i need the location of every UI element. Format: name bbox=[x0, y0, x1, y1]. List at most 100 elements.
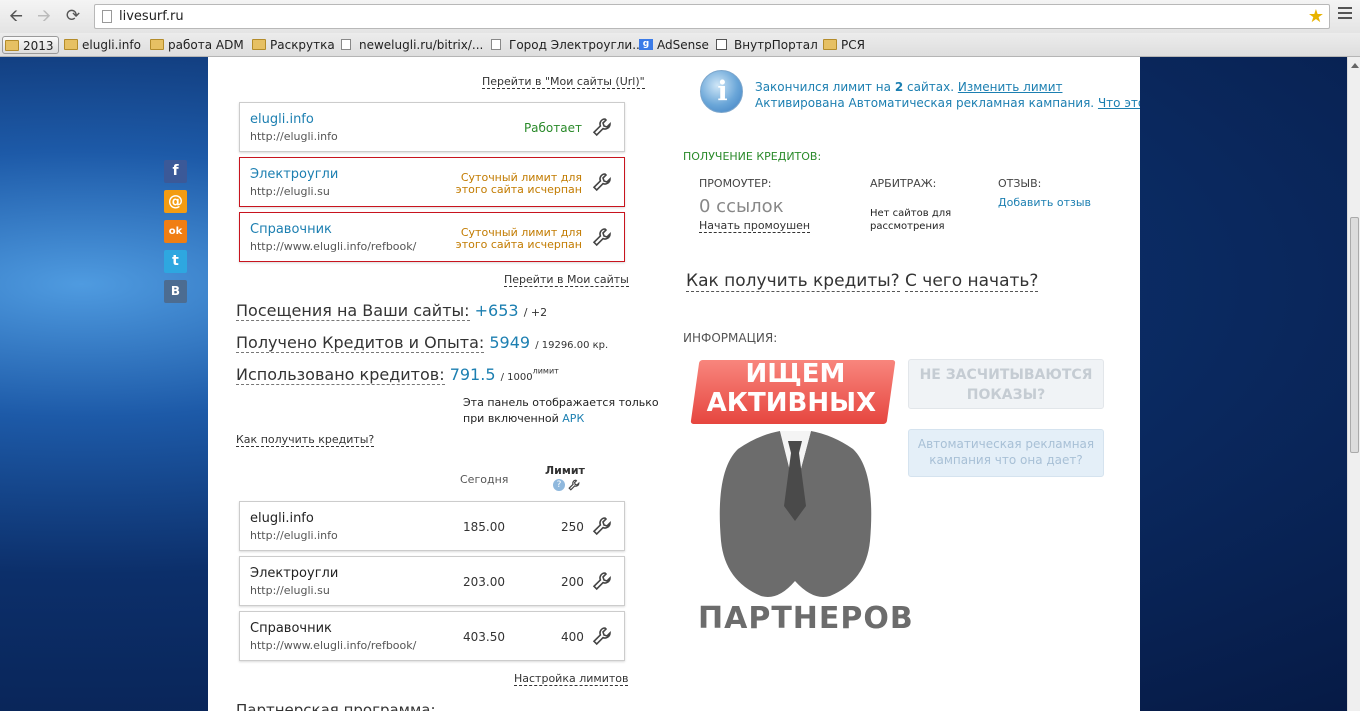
used-sup: лимит bbox=[532, 366, 559, 376]
start-promo-link[interactable]: Начать промоушен bbox=[699, 219, 811, 233]
document-icon bbox=[716, 39, 727, 50]
google-icon: g bbox=[639, 39, 653, 50]
forward-arrow-icon[interactable]: 🡪 bbox=[34, 6, 54, 26]
bookmark-adsense[interactable]: g AdSense bbox=[637, 36, 709, 54]
suit-figure-icon bbox=[719, 431, 872, 597]
wrench-icon[interactable] bbox=[592, 227, 612, 247]
bookmark-elugli[interactable]: elugli.info bbox=[62, 36, 141, 54]
limits-settings-link[interactable]: Настройка лимитов bbox=[514, 672, 629, 686]
promo-value: 0 ссылок bbox=[699, 196, 784, 217]
scroll-thumb[interactable] bbox=[1350, 217, 1359, 453]
wrench-icon[interactable] bbox=[592, 571, 612, 591]
link-my-sites[interactable]: Перейти в Мои сайты bbox=[504, 273, 629, 287]
arbitrage-line: Нет сайтов для bbox=[870, 208, 952, 219]
facebook-icon[interactable]: f bbox=[164, 160, 187, 183]
bookmark-gorod[interactable]: Город Электроугли... bbox=[489, 36, 644, 54]
what-is-it-link[interactable]: Что это? bbox=[1098, 96, 1140, 110]
bookmark-rsya[interactable]: РСЯ bbox=[821, 36, 865, 54]
used-value: 791.5 bbox=[449, 365, 496, 384]
address-bar[interactable]: livesurf.ru ★ bbox=[94, 4, 1330, 29]
address-url[interactable]: livesurf.ru bbox=[119, 9, 184, 24]
chrome-menu-icon[interactable] bbox=[1338, 7, 1352, 23]
folder-icon bbox=[150, 39, 164, 50]
site-name[interactable]: Электроугли bbox=[250, 167, 338, 182]
credits-label[interactable]: Получено Кредитов и Опыта: bbox=[236, 333, 485, 353]
page-scrollbar[interactable] bbox=[1347, 57, 1360, 711]
status-line: этого сайта исчерпан bbox=[455, 238, 582, 251]
bookmark-label: Город Электроугли... bbox=[509, 38, 644, 52]
info-title: ИНФОРМАЦИЯ: bbox=[683, 331, 778, 345]
wrench-icon[interactable] bbox=[592, 516, 612, 536]
how-credits-link[interactable]: Как получить кредиты? bbox=[236, 433, 375, 447]
back-arrow-icon[interactable]: 🡨 bbox=[6, 6, 26, 26]
wrench-icon[interactable] bbox=[592, 117, 612, 137]
how-to-get-credits-link[interactable]: Как получить кредиты? bbox=[686, 271, 900, 292]
visits-label[interactable]: Посещения на Ваши сайты: bbox=[236, 301, 470, 321]
limit-site-name: elugli.info bbox=[250, 511, 314, 526]
site-url: http://www.elugli.info/refbook/ bbox=[250, 240, 417, 253]
credits-get-title: ПОЛУЧЕНИЕ КРЕДИТОВ: bbox=[683, 150, 822, 163]
not-counted-button[interactable]: НЕ ЗАСЧИТЫВАЮТСЯ ПОКАЗЫ? bbox=[908, 359, 1104, 409]
scroll-up-arrow-icon[interactable] bbox=[1351, 63, 1359, 68]
add-review-link[interactable]: Добавить отзыв bbox=[998, 196, 1091, 209]
site-name[interactable]: Справочник bbox=[250, 222, 332, 237]
bookmark-newelugli[interactable]: newelugli.ru/bitrix/... bbox=[339, 36, 483, 54]
site-url: http://elugli.info bbox=[250, 130, 338, 143]
banner-line: АКТИВНЫХ bbox=[706, 388, 877, 418]
arbitrage-text: Нет сайтов для рассмотрения bbox=[870, 207, 951, 233]
auto-campaign-button[interactable]: Автоматическая рекламная кампания что она… bbox=[908, 429, 1104, 477]
help-icon[interactable]: ? bbox=[553, 479, 565, 491]
page-icon bbox=[491, 39, 501, 50]
wrench-icon[interactable] bbox=[592, 626, 612, 646]
info-icon: i bbox=[700, 70, 743, 113]
bookmark-label: РСЯ bbox=[841, 38, 865, 52]
bookmark-rabota-adm[interactable]: работа ADM bbox=[148, 36, 244, 54]
limit-row: Электроугли http://elugli.su 203.00 200 bbox=[239, 556, 625, 606]
bookmark-2013[interactable]: 2013 bbox=[2, 36, 59, 54]
twitter-icon[interactable]: t bbox=[164, 250, 187, 273]
notice-count: 2 bbox=[894, 80, 904, 94]
change-limit-link[interactable]: Изменить лимит bbox=[958, 80, 1063, 94]
col-today: Сегодня bbox=[460, 473, 509, 486]
site-status: Суточный лимит для этого сайта исчерпан bbox=[456, 172, 582, 196]
mail-ru-icon[interactable]: @ bbox=[164, 190, 187, 213]
page-icon bbox=[341, 39, 351, 50]
used-label[interactable]: Использовано кредитов: bbox=[236, 365, 445, 385]
limit-site-name: Электроугли bbox=[250, 566, 339, 581]
site-status: Работает bbox=[523, 121, 582, 135]
folder-icon bbox=[5, 40, 19, 51]
button-line: кампания что она дает? bbox=[929, 453, 1083, 467]
bookmark-label: AdSense bbox=[657, 38, 709, 52]
panel-note-line: Эта панель отображается только bbox=[463, 396, 659, 409]
limit-value: 400 bbox=[561, 630, 584, 644]
partners-banner[interactable]: ИЩЕМ АКТИВНЫХ bbox=[690, 359, 896, 424]
limit-site-name: Справочник bbox=[250, 621, 332, 636]
status-line: этого сайта исчерпан bbox=[455, 183, 582, 196]
partner-program-heading: Партнерская программа: bbox=[236, 701, 436, 711]
bookmark-raskrutka[interactable]: Раскрутка bbox=[250, 36, 335, 54]
bookmark-star-icon[interactable]: ★ bbox=[1308, 6, 1324, 27]
site-name[interactable]: elugli.info bbox=[250, 112, 314, 127]
used-extra: / 1000 bbox=[500, 372, 533, 383]
odnoklassniki-icon[interactable]: ok bbox=[164, 220, 187, 243]
limit-site-url: http://elugli.su bbox=[250, 584, 330, 597]
bookmark-label: Раскрутка bbox=[270, 38, 335, 52]
link-my-sites-url[interactable]: Перейти в "Мои сайты (Url)" bbox=[482, 75, 645, 89]
where-to-start-link[interactable]: С чего начать? bbox=[905, 271, 1039, 292]
notice-text: Закончился лимит на bbox=[755, 80, 891, 94]
credits-value: 5949 bbox=[489, 333, 531, 352]
wrench-icon[interactable] bbox=[592, 172, 612, 192]
bookmark-vnutrportal[interactable]: ВнутрПортал bbox=[714, 36, 818, 54]
button-line: ПОКАЗЫ? bbox=[966, 387, 1046, 403]
page-content: Перейти в "Мои сайты (Url)" elugli.info … bbox=[208, 57, 1140, 711]
site-card: Электроугли http://elugli.su Суточный ли… bbox=[239, 157, 625, 207]
wrench-icon[interactable] bbox=[568, 479, 580, 491]
limit-row: elugli.info http://elugli.info 185.00 25… bbox=[239, 501, 625, 551]
arbitrage-label: АРБИТРАЖ: bbox=[870, 177, 937, 190]
vkontakte-icon[interactable]: B bbox=[164, 280, 187, 303]
reload-icon[interactable]: ⟳ bbox=[63, 6, 83, 26]
apk-link[interactable]: АРК bbox=[562, 412, 584, 425]
limit-row: Справочник http://www.elugli.info/refboo… bbox=[239, 611, 625, 661]
button-line: Автоматическая рекламная bbox=[917, 437, 1095, 451]
credits-stat: Получено Кредитов и Опыта: 5949 / 19296.… bbox=[236, 333, 608, 353]
